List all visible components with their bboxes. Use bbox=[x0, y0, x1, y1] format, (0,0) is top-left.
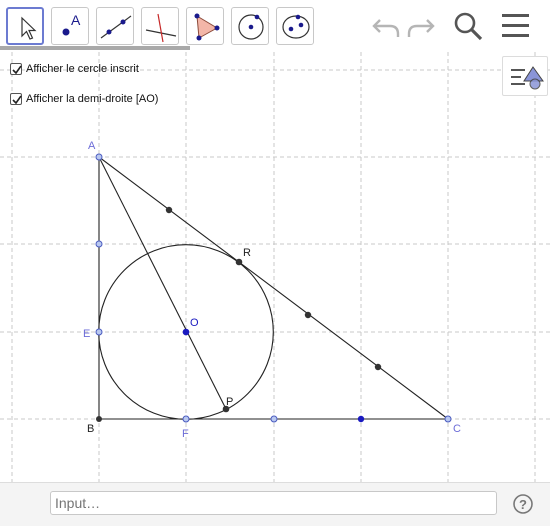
arrow-cursor-icon bbox=[21, 16, 37, 40]
checkbox-box[interactable] bbox=[10, 63, 22, 75]
checkbox-label: Afficher le cercle inscrit bbox=[26, 63, 139, 75]
point-c-label: C bbox=[453, 423, 461, 435]
point-e[interactable] bbox=[95, 328, 103, 336]
point-f-label: F bbox=[182, 428, 189, 440]
help-icon[interactable]: ? bbox=[512, 493, 534, 515]
style-bar-icon bbox=[511, 66, 544, 90]
checkbox-show-incircle[interactable]: Afficher le cercle inscrit bbox=[10, 61, 139, 77]
circle-tool-button[interactable] bbox=[231, 7, 269, 45]
line-tool-button[interactable] bbox=[96, 7, 134, 45]
perpendicular-line-icon bbox=[145, 13, 177, 43]
point-o-label: O bbox=[190, 317, 199, 329]
toolbar-scroll-indicator bbox=[0, 46, 190, 50]
point-icon: A bbox=[62, 12, 81, 36]
ray-ao[interactable] bbox=[98, 156, 227, 410]
polygon-tool-button[interactable] bbox=[186, 7, 224, 45]
menu-icon[interactable] bbox=[500, 10, 532, 42]
point-a-label: A bbox=[88, 140, 96, 152]
triangle-abc[interactable] bbox=[98, 155, 450, 420]
input-bar: ? bbox=[0, 482, 550, 526]
line-icon bbox=[100, 15, 132, 39]
point-e-label: E bbox=[83, 328, 90, 340]
point-f[interactable] bbox=[182, 415, 190, 423]
point-tool-label: A bbox=[71, 12, 81, 28]
point-b[interactable] bbox=[96, 416, 102, 422]
checkbox-label: Afficher la demi-droite [AO) bbox=[26, 93, 159, 105]
conic-icon bbox=[282, 14, 310, 39]
point-o[interactable] bbox=[182, 328, 190, 336]
point-r-label: R bbox=[243, 247, 251, 259]
checkbox-box[interactable] bbox=[10, 93, 22, 105]
checkmark-icon bbox=[12, 65, 22, 75]
style-bar-toggle-button[interactable] bbox=[502, 56, 548, 96]
algebra-input-field[interactable] bbox=[50, 491, 497, 515]
polygon-icon bbox=[194, 13, 220, 41]
auxiliary-points[interactable] bbox=[95, 206, 382, 423]
checkmark-icon bbox=[12, 95, 22, 105]
perpendicular-line-tool-button[interactable] bbox=[141, 7, 179, 45]
graphics-view[interactable]: A B C E F O R P bbox=[0, 52, 550, 482]
checkbox-show-ray-ao[interactable]: Afficher la demi-droite [AO) bbox=[10, 91, 158, 107]
point-r[interactable] bbox=[235, 258, 243, 266]
toolbar: A bbox=[0, 0, 550, 52]
search-icon[interactable] bbox=[452, 10, 486, 44]
point-tool-button[interactable]: A bbox=[51, 7, 89, 45]
conic-tool-button[interactable] bbox=[276, 7, 314, 45]
circle-center-point-icon bbox=[238, 14, 264, 40]
svg-text:?: ? bbox=[519, 497, 527, 512]
point-b-label: B bbox=[87, 423, 94, 435]
point-c[interactable] bbox=[444, 415, 452, 423]
point-p-label: P bbox=[226, 396, 233, 408]
point-a[interactable] bbox=[95, 153, 103, 161]
redo-icon[interactable] bbox=[405, 10, 439, 42]
move-tool-button[interactable] bbox=[6, 7, 44, 45]
undo-icon[interactable] bbox=[368, 10, 402, 42]
